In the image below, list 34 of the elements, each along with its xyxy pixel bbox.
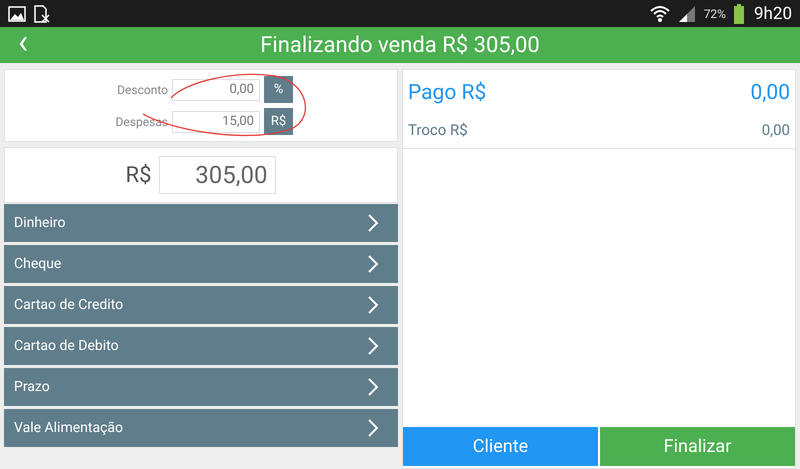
payment-method-item[interactable]: Prazo [4,368,398,406]
sim-card-icon [34,4,50,22]
payment-method-item[interactable]: Dinheiro [4,204,398,242]
customer-button[interactable]: Cliente [403,427,598,466]
screen-title: Finalizando venda R$ 305,00 [259,32,541,58]
finish-button[interactable]: Finalizar [600,427,795,466]
adjustment-label: Desconto [117,82,168,96]
clock-time: 9h20 [754,4,792,24]
chevron-right-icon [368,296,378,314]
chevron-right-icon [368,378,378,396]
adjustment-field[interactable]: 15,00 [172,110,260,132]
battery-icon [734,4,744,24]
battery-percent: 72% [704,6,726,20]
payment-method-item[interactable]: Cheque [4,245,398,283]
currency-label: R$ [126,162,152,188]
payment-method-item[interactable]: Cartao de Debito [4,327,398,365]
change-value: 0,00 [762,121,790,139]
chevron-right-icon [368,255,378,273]
unit-toggle-button[interactable]: % [264,76,293,103]
chevron-right-icon [368,337,378,355]
chevron-right-icon [368,419,378,437]
signal-icon [678,4,696,22]
payment-method-item[interactable]: Cartao de Credito [4,286,398,324]
wifi-icon [650,4,670,22]
payment-method-item[interactable]: Vale Alimentação [4,409,398,447]
paid-label: Pago R$ [408,81,486,105]
chevron-right-icon [368,214,378,232]
back-button[interactable]: ‹ [0,27,46,63]
change-label: Troco R$ [408,121,468,139]
picture-icon [8,6,26,22]
paid-value: 0,00 [750,81,790,105]
adjustment-field[interactable]: 0,00 [172,78,260,100]
unit-toggle-button[interactable]: R$ [264,108,293,135]
amount-field[interactable]: 305,00 [159,156,276,194]
